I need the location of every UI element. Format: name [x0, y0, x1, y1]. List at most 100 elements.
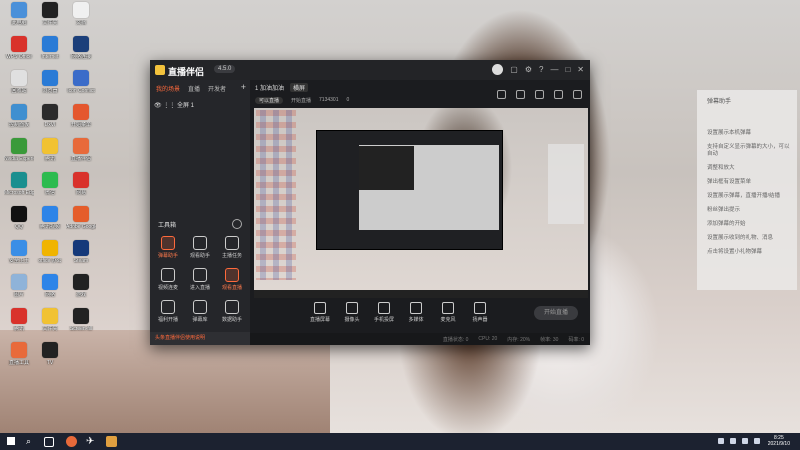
avatar[interactable] — [492, 64, 504, 75]
notice-bar[interactable]: 头条直播伴侣使用说明 — [150, 332, 250, 345]
desktop-icon[interactable]: 网络连接 — [66, 36, 96, 60]
desktop-icon[interactable]: DxVI — [35, 104, 65, 128]
stream-status-pill[interactable]: 可以直播 — [255, 97, 284, 104]
add-scene-button[interactable]: + — [241, 82, 246, 92]
tool-button[interactable]: 视频连麦 — [154, 268, 182, 291]
desktop-icon[interactable]: 文件夹 — [35, 2, 65, 26]
desktop-icon[interactable]: 腾讯 — [35, 138, 65, 162]
settings-icon[interactable]: ⚙ — [525, 65, 532, 74]
tab-my-scenes[interactable]: 我的场景 — [156, 84, 180, 93]
close-icon[interactable]: ✕ — [577, 65, 584, 74]
desktop-icon[interactable]: Steam — [66, 240, 96, 264]
desktop-icon[interactable]: Internet — [35, 36, 65, 60]
control-button[interactable]: 直播屏幕 — [310, 302, 330, 323]
bell-icon[interactable] — [554, 90, 563, 99]
panel-list-item[interactable]: 弹出框有设置菜单 — [707, 179, 793, 186]
desktop-icon[interactable]: TV — [35, 342, 65, 366]
live-preview[interactable] — [254, 108, 588, 298]
desktop-icon[interactable]: 微信 — [35, 172, 65, 196]
tool-button[interactable]: 进入直播 — [186, 268, 214, 291]
desktop-icon[interactable]: Icon Conflict — [66, 70, 96, 94]
tab-orientation[interactable]: 横屏 — [290, 83, 309, 92]
refresh-icon[interactable] — [535, 90, 544, 99]
panel-list-item[interactable]: 支持自定义显示弹幕的大小，可以自动 — [707, 144, 793, 158]
live-companion-window[interactable]: 直播伴侣 4.5.0 ▢ ⚙ ? — □ ✕ 我的场景 直播 开发者 + 👁 ⋮… — [150, 60, 590, 345]
start-live-button[interactable]: 开始直播 — [534, 306, 578, 320]
tab-live[interactable]: 直播 — [188, 84, 200, 93]
title-bar[interactable]: 直播伴侣 4.5.0 ▢ ⚙ ? — □ ✕ — [150, 60, 590, 80]
control-button[interactable]: 手机投屏 — [374, 302, 394, 323]
desktop-icon[interactable]: 安全卫士 — [4, 240, 34, 264]
desktop-icon[interactable]: 网络 — [35, 274, 65, 298]
desktop-icon[interactable]: Nvidia Experience — [4, 138, 34, 162]
control-button[interactable]: 麦克风 — [438, 302, 458, 323]
desktop-icon[interactable]: 开始菜单 — [66, 104, 96, 128]
control-button[interactable]: 扬声器 — [470, 302, 490, 323]
tab-stream-title[interactable]: 1 加油加油 — [255, 83, 284, 92]
live-icon[interactable] — [66, 436, 77, 447]
app-icon — [73, 308, 89, 324]
preview-app-window — [316, 130, 503, 250]
control-button[interactable]: 多媒体 — [406, 302, 426, 323]
desktop-icon[interactable]: QQ — [4, 206, 34, 230]
desktop-icon[interactable]: 游戏 — [66, 274, 96, 298]
message-icon[interactable]: ▢ — [510, 65, 518, 74]
panel-list-item[interactable]: 设置展示弹幕，直播开播/结播 — [707, 193, 793, 200]
desktop-icon[interactable]: 图片 — [4, 274, 34, 298]
plane-icon[interactable]: ✈ — [86, 436, 97, 447]
tool-button[interactable]: 福利开播 — [154, 300, 182, 323]
network-icon[interactable] — [730, 438, 736, 444]
scene-item[interactable]: 👁 ⋮⋮ 全屏 1 — [154, 100, 194, 109]
panel-list-item[interactable]: 设置展示本机弹幕 — [707, 130, 793, 137]
desktop-icon[interactable]: Microsoft Edge — [4, 172, 34, 196]
app-icon — [11, 342, 27, 358]
tool-button[interactable]: 主播任务 — [218, 236, 246, 259]
share-icon[interactable] — [573, 90, 582, 99]
panel-list-item[interactable]: 点击将设置小礼物弹幕 — [707, 249, 793, 256]
toolbox-more-icon[interactable] — [232, 219, 242, 229]
layout-icon[interactable] — [516, 90, 525, 99]
desktop-icon[interactable]: office 办公 — [35, 240, 65, 264]
desktop-icon[interactable]: 直播工具 — [4, 342, 34, 366]
panel-list-item[interactable]: 设置展示收到的礼物、消息 — [707, 235, 793, 242]
volume-icon[interactable] — [742, 438, 748, 444]
input-method-icon[interactable] — [754, 438, 760, 444]
desktop-icon[interactable]: 文件夹 — [35, 308, 65, 332]
minimize-icon[interactable]: — — [550, 65, 558, 74]
task-view-icon[interactable] — [44, 437, 54, 447]
desktop-icon[interactable]: 控制面板 — [4, 104, 34, 128]
windows-start-icon[interactable] — [7, 437, 15, 445]
tool-button[interactable]: 观看助手 — [186, 236, 214, 259]
panel-list-item[interactable]: 粉丝弹出提示 — [707, 207, 793, 214]
tab-developer[interactable]: 开发者 — [208, 84, 226, 93]
panel-list-item[interactable]: 调整和放大 — [707, 165, 793, 172]
danmaku-assistant-panel[interactable]: 弹幕助手 设置展示本机弹幕 支持自定义显示弹幕的大小，可以自动 调整和放大 弹出框有设… — [697, 90, 797, 290]
maximize-icon[interactable]: □ — [565, 65, 570, 74]
clock[interactable]: 8:25 2021/9/10 — [768, 435, 790, 447]
app-icon[interactable] — [106, 436, 117, 447]
desktop-icon[interactable]: 此电脑 — [4, 2, 34, 26]
desktop-icon[interactable]: 回收站 — [4, 70, 34, 94]
desktop-icon[interactable]: 腾讯视频 — [35, 206, 65, 230]
desktop-icon[interactable]: Adobe Google — [66, 206, 96, 230]
desktop-icon[interactable]: 文档 — [66, 2, 96, 26]
search-icon[interactable]: ⌕ — [26, 436, 37, 447]
preview-desktop-icons — [256, 110, 296, 280]
tool-button[interactable]: 观看直播 — [218, 268, 246, 291]
help-icon[interactable]: ? — [539, 65, 543, 74]
lock-icon[interactable] — [497, 90, 506, 99]
desktop-icon[interactable]: 直播伴侣 — [66, 138, 96, 162]
desktop-icon[interactable]: WPS Office — [4, 36, 34, 60]
desktop-icon[interactable]: 腾讯 — [4, 308, 34, 332]
desktop-icon[interactable]: 网易 — [66, 172, 96, 196]
tool-button[interactable]: 数据助手 — [218, 300, 246, 323]
desktop-icon[interactable]: 浏览器 — [35, 70, 65, 94]
tool-button[interactable]: 弹幕助手 — [154, 236, 182, 259]
tool-label: 主播任务 — [221, 253, 242, 259]
tool-button[interactable]: 弹幕库 — [186, 300, 214, 323]
start-live-link[interactable]: 开始直播 — [291, 97, 311, 104]
mic-icon[interactable] — [718, 438, 724, 444]
panel-list-item[interactable]: 添加弹幕的开始 — [707, 221, 793, 228]
control-button[interactable]: 摄像头 — [342, 302, 362, 323]
desktop-icon[interactable]: Screen-fill — [66, 308, 96, 332]
